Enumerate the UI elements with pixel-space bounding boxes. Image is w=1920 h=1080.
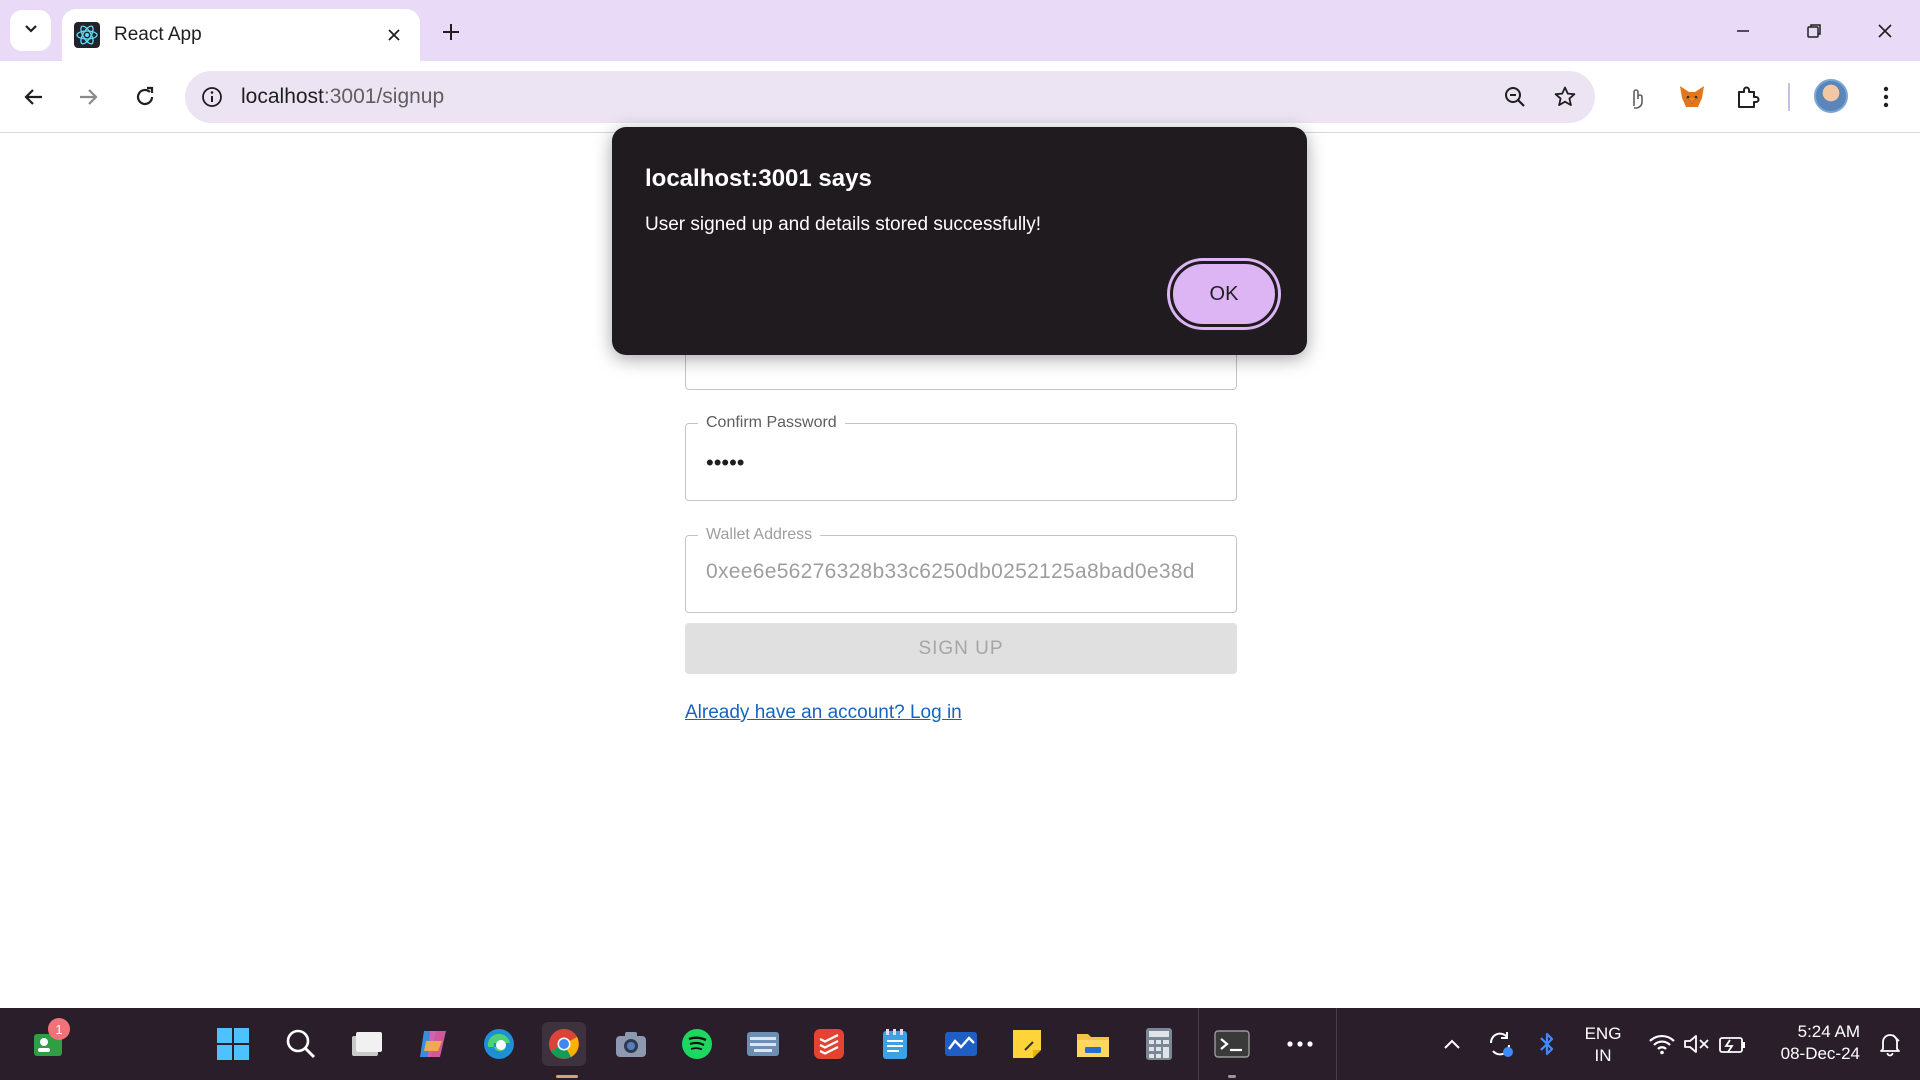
battery-charging-icon[interactable] <box>1710 1022 1754 1066</box>
show-hidden-icons-chevron-up-icon[interactable] <box>1430 1022 1474 1066</box>
sync-icon[interactable] <box>1478 1022 1522 1066</box>
tab-react-app[interactable]: React App <box>62 9 420 61</box>
task-view-icon[interactable] <box>345 1022 389 1066</box>
new-tab-button[interactable] <box>436 17 466 47</box>
back-button[interactable] <box>14 77 54 117</box>
camera-icon[interactable] <box>609 1022 653 1066</box>
alert-dialog: localhost:3001 says User signed up and d… <box>612 127 1307 355</box>
windows-taskbar: 1 ENG IN 5:24 AM 08-Dec-24 <box>0 1008 1920 1080</box>
bluetooth-icon[interactable] <box>1525 1022 1569 1066</box>
forward-button[interactable] <box>68 77 108 117</box>
start-windows-icon[interactable] <box>211 1022 255 1066</box>
todoist-icon[interactable] <box>807 1022 851 1066</box>
taskbar-divider-2 <box>1336 1008 1337 1080</box>
keyboard-app-icon[interactable] <box>741 1022 785 1066</box>
chevron-down-icon <box>23 20 39 41</box>
dialog-title: localhost:3001 says <box>645 165 872 192</box>
minimize-button[interactable] <box>1726 14 1760 48</box>
language-code: ENG <box>1584 1024 1622 1043</box>
wallet-address-field: Wallet Address 0xee6e56276328b33c6250db0… <box>685 526 1237 613</box>
chrome-active-indicator <box>556 1075 578 1078</box>
search-icon[interactable] <box>279 1022 323 1066</box>
menu-kebab-icon[interactable] <box>1866 77 1906 117</box>
calculator-icon[interactable] <box>1137 1022 1181 1066</box>
react-logo-icon <box>74 22 100 48</box>
copilot-icon[interactable] <box>411 1022 455 1066</box>
zoom-icon[interactable] <box>1495 77 1535 117</box>
wallet-address-value: 0xee6e56276328b33c6250db0252125a8bad0e38… <box>706 560 1195 583</box>
more-apps-icon[interactable] <box>1278 1022 1322 1066</box>
metamask-fox-icon[interactable] <box>1672 77 1712 117</box>
sign-up-button[interactable]: SIGN UP <box>685 623 1237 674</box>
taskbar-divider <box>1198 1008 1199 1080</box>
notification-badge: 1 <box>48 1018 70 1040</box>
wallet-address-label: Wallet Address <box>698 526 821 544</box>
clock[interactable]: 5:24 AM 08-Dec-24 <box>1760 1021 1860 1065</box>
terminal-running-indicator <box>1228 1075 1236 1078</box>
whiteboard-icon[interactable] <box>939 1022 983 1066</box>
address-bar[interactable]: localhost:3001/signup <box>185 71 1595 123</box>
extensions-puzzle-icon[interactable] <box>1728 77 1768 117</box>
language-indicator[interactable]: ENG IN <box>1578 1023 1628 1067</box>
file-explorer-icon[interactable] <box>1071 1022 1115 1066</box>
browser-tab-bar: React App <box>0 0 1920 61</box>
url-text: localhost:3001/signup <box>241 85 1495 109</box>
edge-browser-icon[interactable] <box>477 1022 521 1066</box>
confirm-password-label: Confirm Password <box>698 414 845 432</box>
url-host: localhost <box>241 85 324 108</box>
bookmark-star-icon[interactable] <box>1545 77 1585 117</box>
tab-search-button[interactable] <box>10 10 51 51</box>
url-path: :3001/signup <box>323 85 445 108</box>
dialog-message: User signed up and details stored succes… <box>645 214 1042 235</box>
sticky-notes-icon[interactable] <box>1005 1022 1049 1066</box>
notepad-icon[interactable] <box>873 1022 917 1066</box>
chrome-browser-icon[interactable] <box>542 1022 586 1066</box>
reload-button[interactable] <box>125 77 165 117</box>
profile-avatar[interactable] <box>1814 79 1848 113</box>
ok-button[interactable]: OK <box>1170 261 1278 327</box>
clock-date: 08-Dec-24 <box>1780 1044 1860 1063</box>
browser-toolbar: localhost:3001/signup <box>0 61 1920 133</box>
notification-bell-icon[interactable] <box>1868 1022 1912 1066</box>
close-window-button[interactable] <box>1868 14 1902 48</box>
language-region: IN <box>1594 1046 1612 1065</box>
spotify-icon[interactable] <box>675 1022 719 1066</box>
touch-extension-icon[interactable] <box>1616 77 1656 117</box>
confirm-password-value: ••••• <box>706 450 745 475</box>
site-info-icon[interactable] <box>197 82 227 112</box>
clock-time: 5:24 AM <box>1797 1022 1860 1041</box>
confirm-password-field[interactable]: Confirm Password ••••• <box>685 414 1237 501</box>
login-link[interactable]: Already have an account? Log in <box>685 702 962 724</box>
tab-title: React App <box>114 24 202 45</box>
toolbar-divider <box>1788 83 1790 111</box>
restore-button[interactable] <box>1797 14 1831 48</box>
close-tab-icon[interactable] <box>382 23 406 47</box>
terminal-icon[interactable] <box>1210 1022 1254 1066</box>
